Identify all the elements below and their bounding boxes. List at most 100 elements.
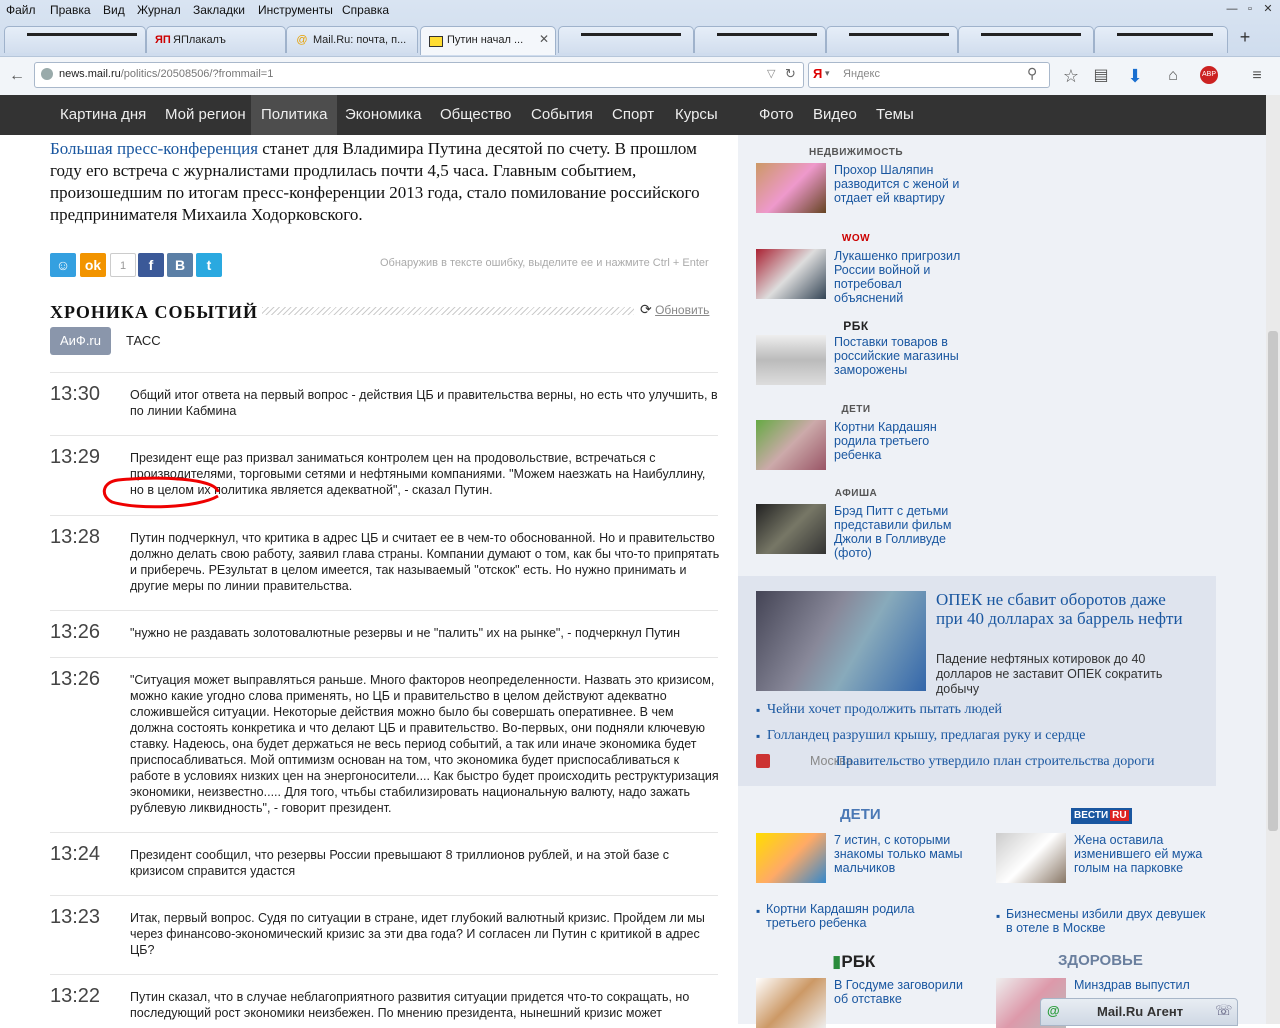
- mailru-share-icon[interactable]: ☺: [50, 253, 76, 277]
- menu-view[interactable]: Вид: [103, 3, 125, 17]
- nav-foto[interactable]: Фото: [749, 95, 803, 135]
- tab-hidden-4[interactable]: [826, 26, 958, 53]
- downloads-icon[interactable]: ⬇: [1122, 63, 1148, 89]
- close-window-icon[interactable]: ✕: [1261, 2, 1275, 16]
- press-conference-link[interactable]: Большая пресс-конференция: [50, 139, 258, 158]
- mail-agent-bar[interactable]: @ Mail.Ru Агент ☏: [1040, 998, 1238, 1026]
- search-box[interactable]: Я ▾ Яндекс ⚲: [808, 62, 1050, 88]
- page-scrollbar[interactable]: [1266, 95, 1280, 1024]
- deti-headline[interactable]: 7 истин, с которыми знакомы только мамы …: [834, 833, 979, 875]
- feature-headline[interactable]: ОПЕК не сбавит оборотов даже при 40 долл…: [936, 590, 1196, 628]
- nav-moy-region[interactable]: Мой регион: [155, 95, 256, 135]
- vesti-headline[interactable]: Жена оставила изменившего ей мужа голым …: [1074, 833, 1219, 875]
- bookmark-star-icon[interactable]: ☆: [1058, 63, 1084, 89]
- nav-kartina-dnya[interactable]: Картина дня: [50, 95, 156, 135]
- event-row: 13:24 Президент сообщил, что резервы Рос…: [50, 832, 718, 895]
- event-text: "нужно не раздавать золотовалютные резер…: [130, 626, 681, 640]
- facebook-share-icon[interactable]: f: [138, 253, 164, 277]
- red-circle-annotation: [102, 476, 220, 509]
- rbk-logo[interactable]: ▮РБК: [832, 952, 875, 972]
- article-lead: Большая пресс-конференция станет для Вла…: [50, 138, 720, 226]
- rbk-thumbnail[interactable]: [756, 978, 826, 1028]
- event-time: 13:28: [50, 526, 101, 548]
- source-tab-tass[interactable]: ТАСС: [116, 327, 171, 355]
- section-zdorovie-title[interactable]: ЗДОРОВЬЕ: [1058, 952, 1143, 969]
- browser-chrome: Файл Правка Вид Журнал Закладки Инструме…: [0, 0, 1280, 95]
- maximize-icon[interactable]: ▫: [1243, 2, 1257, 16]
- adblock-icon[interactable]: ABP: [1200, 66, 1218, 84]
- deti-thumbnail[interactable]: [756, 833, 826, 883]
- magnifier-icon[interactable]: ⚲: [1027, 65, 1037, 82]
- close-tab-icon[interactable]: ✕: [539, 32, 549, 46]
- tab-hidden-6[interactable]: [1094, 26, 1228, 53]
- minimize-icon[interactable]: —: [1225, 2, 1239, 16]
- title-hatch: [262, 307, 634, 315]
- nav-obshchestvo[interactable]: Общество: [430, 95, 521, 135]
- featured-block: ОПЕК не сбавит оборотов даже при 40 долл…: [738, 576, 1216, 786]
- tab-mailru[interactable]: @ Mail.Ru: почта, п...: [286, 26, 418, 53]
- menu-hamburger-icon[interactable]: ≡: [1244, 63, 1270, 89]
- feature-image[interactable]: [756, 591, 926, 691]
- nav-video[interactable]: Видео: [803, 95, 867, 135]
- news-headline[interactable]: Брэд Питт с детьми представили фильм Джо…: [834, 504, 974, 560]
- new-tab-icon[interactable]: +: [1238, 28, 1252, 46]
- nav-sobytiya[interactable]: События: [521, 95, 603, 135]
- rbk-headline[interactable]: В Госдуме заговорили об отставке: [834, 978, 979, 1006]
- feature-link[interactable]: Чейни хочет продолжить пытать людей: [767, 702, 1002, 718]
- sidebar: НЕДВИЖИМОСТЬ Прохор Шаляпин разводится с…: [738, 135, 1266, 1028]
- vkontakte-share-icon[interactable]: В: [167, 253, 193, 277]
- news-headline[interactable]: Поставки товаров в российские магазины з…: [834, 335, 974, 377]
- tab-hidden-2[interactable]: [558, 26, 694, 53]
- vesti-thumbnail[interactable]: [996, 833, 1066, 883]
- nav-temy[interactable]: Темы: [866, 95, 924, 135]
- nav-ekonomika[interactable]: Экономика: [335, 95, 431, 135]
- home-icon[interactable]: ⌂: [1160, 63, 1186, 89]
- menu-edit[interactable]: Правка: [50, 3, 91, 17]
- bookmarks-list-icon[interactable]: ▤: [1088, 63, 1114, 89]
- menu-tools[interactable]: Инструменты: [258, 3, 333, 17]
- bullet-icon: ▪: [996, 909, 1001, 923]
- nav-sport[interactable]: Спорт: [602, 95, 664, 135]
- odnoklassniki-share-icon[interactable]: ok: [80, 253, 106, 277]
- twitter-share-icon[interactable]: t: [196, 253, 222, 277]
- event-text: "Ситуация может выправляться раньше. Мно…: [130, 673, 719, 815]
- event-time: 13:22: [50, 985, 101, 1007]
- event-text: Путин сказал, что в случае неблагоприятн…: [130, 990, 690, 1020]
- vesti-badge[interactable]: ВЕСТИ RU: [1071, 808, 1132, 824]
- menu-file[interactable]: Файл: [6, 3, 36, 17]
- nav-politika[interactable]: Политика: [251, 95, 338, 135]
- moscow-link[interactable]: Правительство утвердило план строительст…: [836, 754, 1154, 770]
- deti-link[interactable]: Кортни Кардашян родила третьего ребенка: [766, 902, 966, 930]
- category-label: ДЕТИ: [841, 404, 871, 415]
- zdorovie-headline[interactable]: Минздрав выпустил: [1074, 978, 1219, 992]
- news-headline[interactable]: Прохор Шаляпин разводится с женой и отда…: [834, 163, 974, 205]
- section-deti-title[interactable]: ДЕТИ: [840, 806, 881, 823]
- phone-icon[interactable]: ☏: [1215, 1002, 1233, 1019]
- back-icon[interactable]: ←: [4, 63, 30, 89]
- url-text: news.mail.ru/politics/20508506/?frommail…: [59, 68, 274, 80]
- refresh-button[interactable]: ⟳ Обновить: [640, 301, 709, 318]
- scrollbar-thumb[interactable]: [1268, 331, 1278, 831]
- engine-dropdown-icon[interactable]: ▾: [825, 68, 830, 79]
- reload-icon[interactable]: ↻: [785, 66, 796, 82]
- tab-hidden-3[interactable]: [694, 26, 826, 53]
- bullet-icon: ▪: [756, 904, 761, 918]
- tab-label: Mail.Ru: почта, п...: [313, 34, 407, 46]
- category-label: РБК: [843, 319, 869, 333]
- tab-hidden-1[interactable]: [4, 26, 146, 53]
- vesti-link[interactable]: Бизнесмены избили двух девушек в отеле в…: [1006, 907, 1206, 935]
- navigation-toolbar: ← news.mail.ru/politics/20508506/?fromma…: [0, 56, 1280, 95]
- tab-active-putin[interactable]: Путин начал ... ✕: [420, 26, 556, 55]
- nav-kursy[interactable]: Курсы: [665, 95, 728, 135]
- news-headline[interactable]: Кортни Кардашян родила третьего ребенка: [834, 420, 974, 462]
- news-headline[interactable]: Лукашенко пригрозил России войной и потр…: [834, 249, 974, 305]
- url-bar[interactable]: news.mail.ru/politics/20508506/?frommail…: [34, 62, 804, 88]
- tab-hidden-5[interactable]: [958, 26, 1094, 53]
- menu-history[interactable]: Журнал: [137, 3, 181, 17]
- menu-help[interactable]: Справка: [342, 3, 389, 17]
- menu-bookmarks[interactable]: Закладки: [193, 3, 245, 17]
- source-tab-aif[interactable]: АиФ.ru: [50, 327, 111, 355]
- tab-yaplakal[interactable]: ЯП ЯПлакалъ: [146, 26, 286, 53]
- dropdown-arrow-icon[interactable]: ▽: [767, 67, 775, 80]
- feature-link[interactable]: Голландец разрушил крышу, предлагая руку…: [767, 728, 1086, 744]
